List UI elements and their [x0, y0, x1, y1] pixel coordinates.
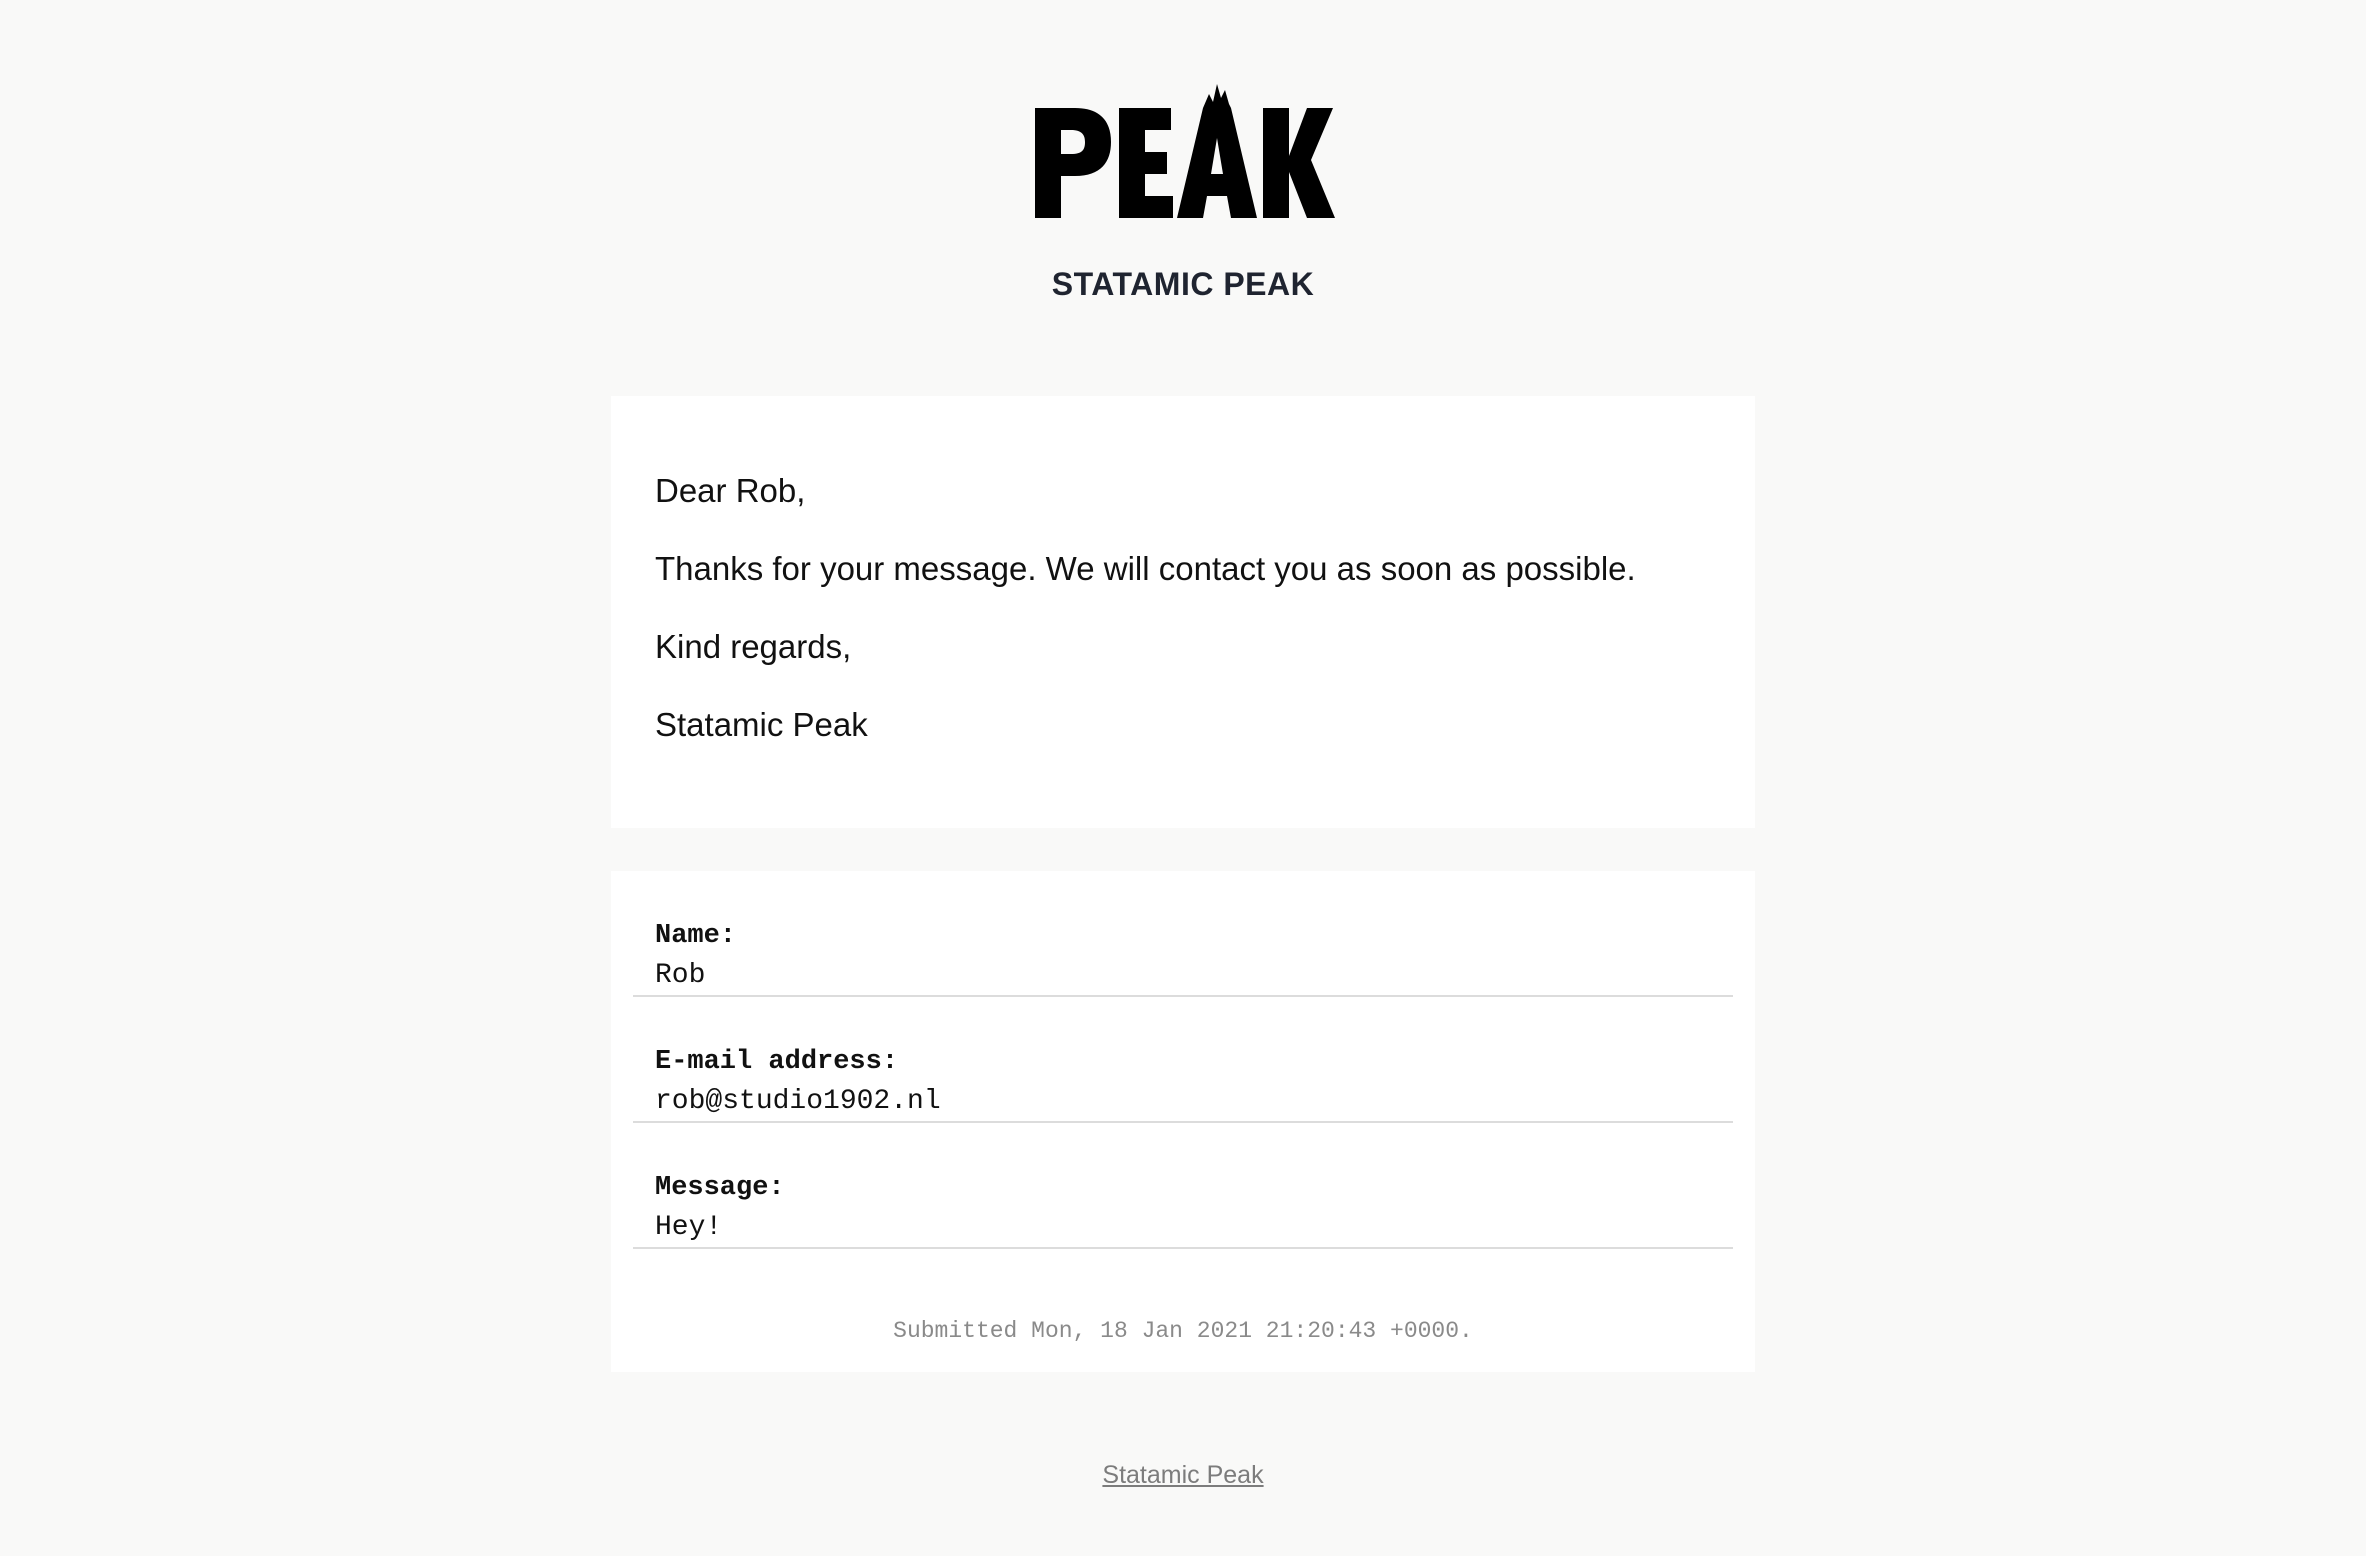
- field-value-message: Hey!: [655, 1212, 723, 1243]
- submitted-timestamp: Submitted Mon, 18 Jan 2021 21:20:43 +000…: [893, 1318, 1473, 1344]
- field-label-message: Message:: [655, 1173, 785, 1203]
- closing-text: Kind regards,: [655, 628, 852, 665]
- greeting-text: Dear Rob,: [655, 472, 806, 509]
- message-card: Dear Rob, Thanks for your message. We wi…: [611, 396, 1755, 828]
- field-row-message: Message: Hey!: [633, 1123, 1733, 1249]
- field-row-email: E-mail address: rob@studio1902.nl: [633, 997, 1733, 1123]
- body-text: Thanks for your message. We will contact…: [655, 550, 1636, 587]
- field-value-name: Rob: [655, 960, 706, 991]
- mountain-peak-logo-icon: [1035, 84, 1335, 218]
- site-name-heading: STATAMIC PEAK: [1051, 266, 1315, 302]
- signature-text: Statamic Peak: [655, 706, 868, 743]
- submission-details-card: Name: Rob E-mail address: rob@studio1902…: [611, 871, 1755, 1372]
- field-label-name: Name:: [655, 921, 737, 951]
- field-value-email: rob@studio1902.nl: [655, 1086, 941, 1117]
- peak-logo: [1031, 80, 1335, 220]
- field-row-name: Name: Rob: [633, 871, 1733, 997]
- email-footer: Statamic Peak: [0, 1457, 2366, 1497]
- footer-site-link[interactable]: Statamic Peak: [1102, 1461, 1263, 1489]
- field-label-email: E-mail address:: [655, 1047, 899, 1077]
